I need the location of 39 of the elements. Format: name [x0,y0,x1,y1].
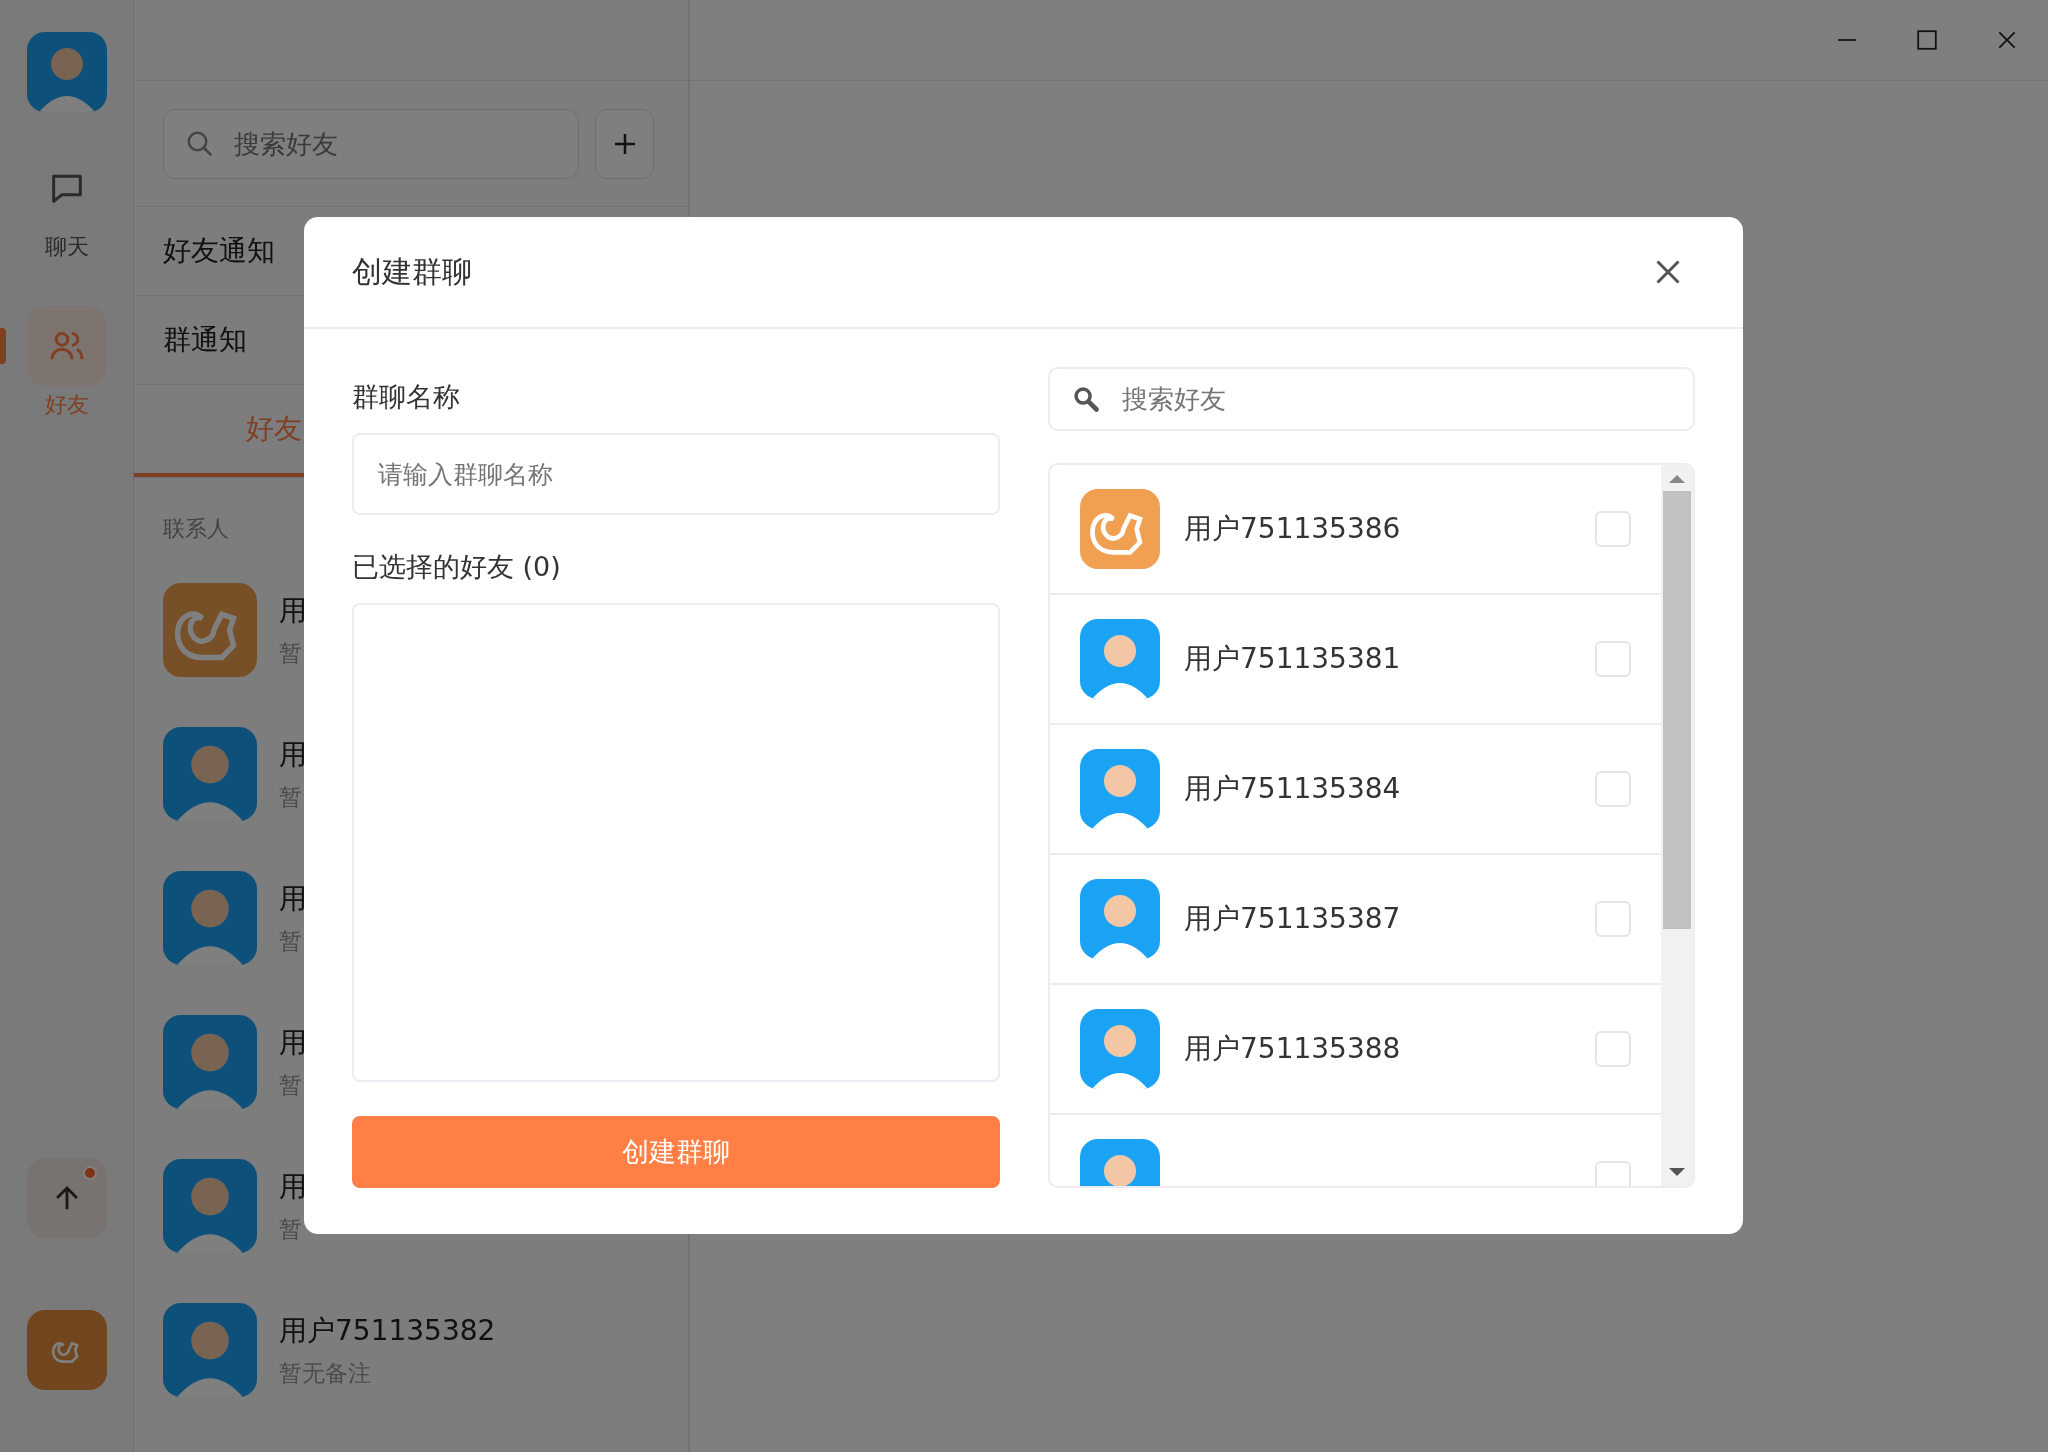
close-icon[interactable] [1996,29,2018,51]
friend-name: 用户751135381 [1184,641,1402,677]
friend-name: 用户751135388 [1184,1031,1402,1067]
friend-row[interactable]: 用户751135387 [1050,855,1661,985]
add-button[interactable] [595,108,654,179]
checkbox[interactable] [1595,901,1631,937]
group-name-field[interactable]: 请输入群聊名称 [352,433,1000,515]
contact-name: 用户751135382 [279,1312,496,1349]
checkbox[interactable] [1595,771,1631,807]
checkbox[interactable] [1595,511,1631,547]
checkbox[interactable] [1595,641,1631,677]
search-field[interactable]: 搜索好友 [1048,367,1695,431]
scrollbar-thumb[interactable] [1663,491,1691,929]
selected-friends-label: 已选择的好友 (0) [352,550,562,584]
friend-name: 用户751135387 [1184,901,1402,937]
friend-row[interactable]: 用户751135388 [1050,985,1661,1115]
scroll-down-icon[interactable] [1669,1168,1685,1176]
search-icon [1072,385,1100,413]
selection-indicator [0,328,6,364]
dialog-title: 创建群聊 [352,252,472,291]
friend-name: 用户751135386 [1184,511,1402,547]
contact-name: 用 [279,880,307,917]
section-label: 联系人 [162,515,230,543]
maximize-icon[interactable] [1916,29,1938,51]
upload-button[interactable] [26,1158,107,1238]
contact-name: 用 [279,1024,307,1061]
app-button[interactable] [26,1310,107,1390]
profile-avatar[interactable] [26,32,107,112]
contact-name: 用 [279,1168,307,1205]
contact-name: 用 [279,736,307,773]
scrollbar[interactable] [1661,465,1693,1186]
scroll-up-icon[interactable] [1669,475,1685,483]
friend-row[interactable]: 用户751135381 [1050,595,1661,725]
friend-name: 用户751135384 [1184,771,1402,807]
friend-row[interactable]: 用户751135384 [1050,725,1661,855]
search-field[interactable]: 搜索好友 [163,108,579,179]
friend-row[interactable]: 用户751135386 [1050,465,1661,595]
contact-name: 用 [279,592,307,629]
checkbox[interactable] [1595,1031,1631,1067]
